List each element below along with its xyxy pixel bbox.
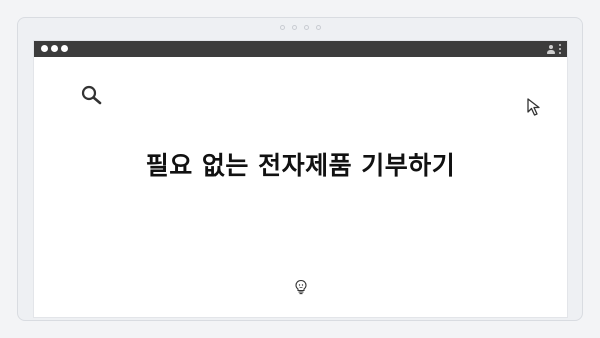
maximize-dot[interactable] [61,45,68,52]
dot [291,25,297,30]
dot [315,25,321,30]
lightbulb-icon [295,279,307,295]
close-dot[interactable] [41,45,48,52]
user-icon[interactable] [547,44,555,54]
search-icon[interactable] [80,84,106,106]
cursor-arrow-icon [527,98,540,116]
minimize-dot[interactable] [51,45,58,52]
kebab-menu-icon[interactable] [559,44,561,54]
titlebar-actions [547,43,561,55]
page-headline: 필요 없는 전자제품 기부하기 [145,151,456,180]
window-titlebar [34,41,567,57]
pagination-dots-icon [18,25,582,30]
dot [279,25,285,30]
dot [303,25,309,30]
window-controls-icon [41,45,68,52]
